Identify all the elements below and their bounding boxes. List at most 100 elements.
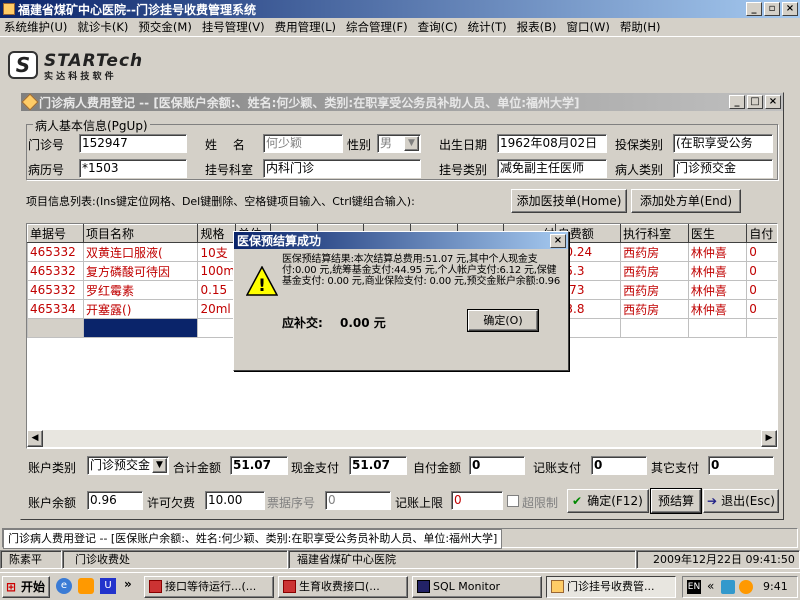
menu-help[interactable]: 帮助(H)	[620, 19, 661, 35]
balance-field[interactable]: 0.96	[87, 491, 143, 510]
birth-field[interactable]: 1962年08月02日	[497, 134, 607, 153]
sex-select[interactable]: 男 ▼	[377, 134, 421, 153]
col-doc[interactable]: 单据号	[27, 224, 85, 243]
confirm-button[interactable]: ✔ 确定(F12)	[567, 489, 649, 513]
receipt-field[interactable]: 0	[325, 491, 391, 510]
scroll-left-icon[interactable]: ◀	[27, 430, 43, 447]
row-doc[interactable]: 465332	[27, 242, 85, 262]
tray-chevron-icon[interactable]: «	[707, 579, 714, 593]
self-pay-label: 自付金额	[413, 461, 462, 475]
acct-type-select[interactable]: 门诊预交金 ▼	[87, 456, 169, 475]
ins-type-field[interactable]: (在职享受公务	[673, 134, 773, 153]
row-dept[interactable]: 西药房	[620, 299, 689, 319]
limit-field[interactable]: 0	[451, 491, 503, 510]
row-spec[interactable]: 10支	[197, 242, 236, 262]
acct-type-dropdown-icon[interactable]: ▼	[152, 458, 167, 473]
row-empty-cell[interactable]	[687, 318, 748, 338]
dept-field[interactable]: 内科门诊	[263, 159, 421, 178]
col-name[interactable]: 项目名称	[83, 224, 199, 243]
row-empty-cell[interactable]	[197, 318, 236, 338]
task-button-4-active[interactable]: 门诊挂号收费管...	[546, 576, 676, 598]
row-dept[interactable]: 西药房	[620, 280, 689, 300]
row-pay[interactable]: 0	[746, 242, 777, 262]
task-button-3[interactable]: SQL Monitor	[412, 576, 542, 598]
col-spec[interactable]: 规格	[197, 224, 236, 243]
row-doc[interactable]: 465332	[27, 280, 85, 300]
minimize-button[interactable]: _	[746, 2, 762, 16]
dialog-ok-button[interactable]: 确定(O)	[467, 309, 539, 332]
chevron-icon[interactable]: »	[124, 577, 132, 591]
quicklaunch-u-icon[interactable]: U	[100, 578, 116, 594]
overdraft-field[interactable]: 10.00	[205, 491, 265, 510]
row-name[interactable]: 开塞露()	[83, 299, 199, 319]
add-rx-button[interactable]: 添加处方单(End)	[631, 189, 741, 213]
col-doctor[interactable]: 医生	[687, 224, 748, 243]
row-doc[interactable]: 465334	[27, 299, 85, 319]
col-dept[interactable]: 执行科室	[620, 224, 689, 243]
menu-window[interactable]: 窗口(W)	[567, 19, 610, 35]
menu-general[interactable]: 综合管理(F)	[346, 19, 408, 35]
tray-en-icon[interactable]: EN	[687, 580, 701, 594]
grid-hscrollbar[interactable]: ◀ ▶	[27, 430, 777, 447]
name-field[interactable]: 何少颖	[263, 134, 343, 153]
reg-type-field[interactable]: 减免副主任医师	[497, 159, 607, 178]
task-button-1[interactable]: 接口等待运行...(...	[144, 576, 274, 598]
other-pay-field[interactable]: 0	[708, 456, 774, 475]
row-spec[interactable]: 20ml	[197, 299, 236, 319]
row-pay[interactable]: 0	[746, 299, 777, 319]
menu-system[interactable]: 系统维护(U)	[4, 19, 67, 35]
preset-button[interactable]: 预结算	[650, 488, 702, 514]
menu-register[interactable]: 挂号管理(V)	[202, 19, 265, 35]
row-spec[interactable]: 100m	[197, 261, 236, 281]
clinic-no-field[interactable]: 152947	[79, 134, 187, 153]
start-button[interactable]: ⊞ 开始	[2, 576, 50, 598]
row-doctor[interactable]: 林仲喜	[687, 242, 748, 262]
menu-prepay[interactable]: 预交金(M)	[138, 19, 191, 35]
row-dept[interactable]: 西药房	[620, 242, 689, 262]
row-empty-cell[interactable]	[620, 318, 689, 338]
tray-security-icon[interactable]	[739, 580, 753, 594]
row-spec[interactable]: 0.15	[197, 280, 236, 300]
child-maximize-button[interactable]: □	[747, 95, 763, 109]
tray-network-icon[interactable]	[721, 580, 735, 594]
row-empty-cell[interactable]	[27, 318, 85, 338]
record-field[interactable]: *1503	[79, 159, 187, 178]
restore-button[interactable]: ▫	[764, 2, 780, 16]
task-button-2[interactable]: 生育收费接口(...	[278, 576, 408, 598]
add-tech-button[interactable]: 添加医技单(Home)	[511, 189, 627, 213]
child-minimize-button[interactable]: _	[729, 95, 745, 109]
total-field[interactable]: 51.07	[230, 456, 288, 475]
over-limit-checkbox[interactable]	[507, 495, 519, 507]
exit-button[interactable]: ➔ 退出(Esc)	[703, 489, 779, 513]
quicklaunch-icon[interactable]	[78, 578, 94, 594]
exit-door-icon: ➔	[707, 494, 718, 508]
acct-pay-field[interactable]: 0	[591, 456, 647, 475]
row-pay[interactable]: 0	[746, 280, 777, 300]
row-doc[interactable]: 465332	[27, 261, 85, 281]
menu-report[interactable]: 报表(B)	[517, 19, 557, 35]
row-pay[interactable]: 0	[746, 261, 777, 281]
menu-query[interactable]: 查询(C)	[418, 19, 458, 35]
close-button[interactable]: ×	[782, 2, 798, 16]
row-name[interactable]: 双黄连口服液(	[83, 242, 199, 262]
row-doctor[interactable]: 林仲喜	[687, 261, 748, 281]
cash-field[interactable]: 51.07	[349, 456, 407, 475]
menu-fee[interactable]: 费用管理(L)	[275, 19, 336, 35]
dialog-close-button[interactable]: ×	[550, 233, 566, 248]
row-doctor[interactable]: 林仲喜	[687, 280, 748, 300]
menu-card[interactable]: 就诊卡(K)	[77, 19, 128, 35]
row-empty-cell[interactable]	[746, 318, 777, 338]
row-dept[interactable]: 西药房	[620, 261, 689, 281]
sex-dropdown-icon[interactable]: ▼	[404, 136, 419, 151]
row-empty-cell[interactable]	[83, 318, 199, 338]
pat-type-field[interactable]: 门诊预交金	[673, 159, 773, 178]
row-name[interactable]: 复方磷酸可待因	[83, 261, 199, 281]
child-close-button[interactable]: ×	[765, 95, 781, 109]
col-pay[interactable]: 自付	[746, 224, 777, 243]
menu-stats[interactable]: 统计(T)	[468, 19, 507, 35]
self-pay-field[interactable]: 0	[469, 456, 525, 475]
row-name[interactable]: 罗红霉素	[83, 280, 199, 300]
scroll-right-icon[interactable]: ▶	[761, 430, 777, 447]
row-doctor[interactable]: 林仲喜	[687, 299, 748, 319]
ie-icon[interactable]: e	[56, 578, 72, 594]
